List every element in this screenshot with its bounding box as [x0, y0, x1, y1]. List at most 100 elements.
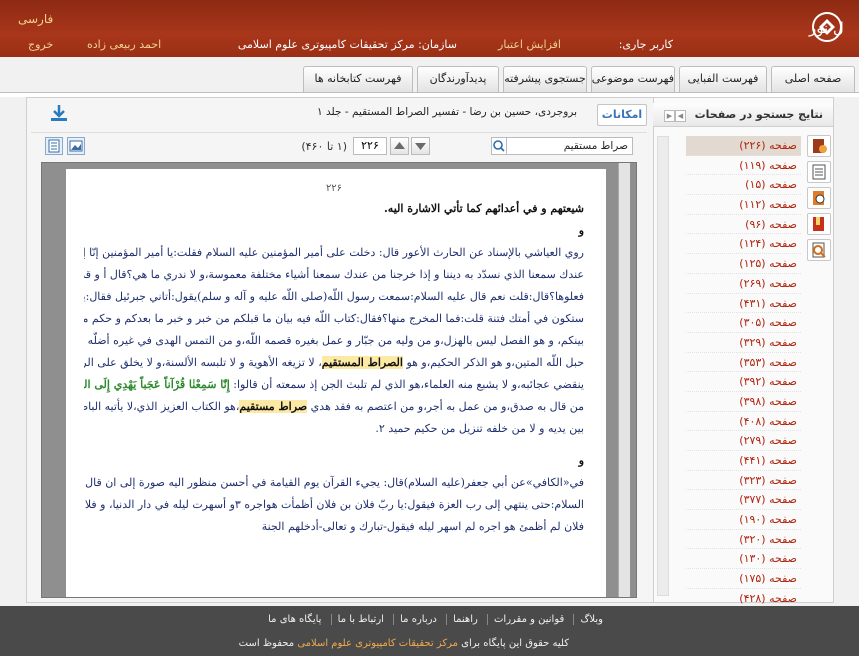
text-segment: حبل اللّه المتين،و هو الذكر الحكيم،و هو	[406, 356, 584, 369]
text-segment: من قال به صدق،و من عمل به أجر،و من اعتصم…	[310, 400, 584, 413]
text-line: بين يديه و لا من خلفه تنزيل من حكيم حميد…	[375, 422, 584, 435]
search-result-item[interactable]: صفحه (۳۹۲)	[686, 372, 801, 392]
quran-verse: إِنّٰا سَمِعْنٰا قُرْآناً عَجَباً يَهْدِ…	[84, 378, 230, 391]
noorlib-logo[interactable]: کتابخانه دیجیتال نور	[705, 8, 845, 46]
text-line: و	[578, 454, 584, 467]
text-line: روي العياشي بالإسناد عن الحارث الأعور قا…	[84, 246, 584, 259]
search-result-item[interactable]: صفحه (۳۲۹)	[686, 333, 801, 353]
footer-link-rules[interactable]: قوانین و مقررات	[487, 614, 571, 625]
next-page-button[interactable]	[411, 137, 430, 155]
search-result-item[interactable]: صفحه (۱۵)	[686, 175, 801, 196]
page-range-label: (۱ تا ۴۶۰)	[301, 140, 347, 153]
main-panel: نتایج جستجو در صفحات ◀▶ صفحه (۲۲۶) صفحه (…	[26, 97, 834, 629]
tab-alphabetical-index[interactable]: فهرست الفبایی	[679, 66, 767, 92]
text-line: حبل اللّه المتين،و هو الذكر الحكيم،و هو …	[84, 352, 584, 374]
text-line: شیعتهم و في أعدائهم كما تأتي الاشارة الي…	[383, 202, 584, 215]
search-icon[interactable]	[491, 137, 507, 155]
document-list-icon[interactable]	[807, 161, 831, 183]
search-result-item[interactable]: صفحه (۱۲۴)	[686, 234, 801, 255]
text-view-icon[interactable]	[45, 137, 63, 155]
previous-page-button[interactable]	[390, 137, 409, 155]
search-result-item[interactable]: صفحه (۲۶۹)	[686, 274, 801, 294]
in-book-search-input[interactable]: صراط مستقیم	[493, 137, 633, 155]
footer-link-help[interactable]: راهنما	[446, 614, 484, 625]
text-line: فعلوها؟قال:قلت نعم قال عليه السلام:سمعت …	[84, 290, 584, 303]
language-link[interactable]: فارسی	[18, 12, 53, 26]
page-scrollbar[interactable]	[618, 163, 630, 597]
text-line: في«الكافي»عن أبي جعفر(عليه السلام)قال: ي…	[84, 476, 584, 489]
increase-credit-link[interactable]: افزایش اعتبار	[498, 38, 561, 51]
top-header: کتابخانه دیجیتال نور فارسی سازمان: مرکز …	[0, 0, 859, 57]
copyright-text: کلیه حقوق این پایگاه برای مرکز تحقیقات ک…	[239, 638, 569, 649]
next-arrow-icon[interactable]: ▶	[664, 110, 675, 122]
tab-home[interactable]: صفحه اصلی	[771, 66, 855, 92]
search-result-item[interactable]: صفحه (۱۷۵)	[686, 569, 801, 589]
search-result-item[interactable]: صفحه (۳۰۵)	[686, 313, 801, 333]
copyright-org-link[interactable]: مرکز تحقیقات کامپیوتری علوم اسلامی	[297, 638, 458, 649]
tab-authors[interactable]: پدیدآورندگان	[417, 66, 499, 92]
search-result-item[interactable]: صفحه (۹۶)	[686, 215, 801, 235]
current-user-name[interactable]: احمد ربیعی زاده	[87, 38, 161, 51]
current-user-label: کاربر جاری:	[618, 38, 673, 51]
search-result-item[interactable]: صفحه (۱۹۰)	[686, 510, 801, 530]
search-result-item[interactable]: صفحه (۴۴۱)	[686, 451, 801, 471]
sidebar-arrows: ◀▶	[660, 108, 686, 122]
search-result-item[interactable]: صفحه (۳۷۷)	[686, 490, 801, 511]
search-highlight: صراط مستقيم	[239, 400, 308, 413]
bookmark-icon[interactable]	[807, 213, 831, 235]
text-line: ستكون في أمتك فتنة قلت:فما المخرج منها؟ف…	[84, 312, 584, 325]
text-segment: ، لا تزيغه الأهوية و لا تلبسه الألسنة،و …	[84, 356, 322, 369]
footer-link-about[interactable]: درباره ما	[393, 614, 443, 625]
sidebar-scrollbar[interactable]	[657, 136, 669, 596]
text-line: من قال به صدق،و من عمل به أجر،و من اعتصم…	[84, 396, 584, 418]
footer-link-blog[interactable]: وبلاگ	[573, 614, 609, 625]
page-number-input[interactable]: ۲۲۶	[353, 137, 387, 155]
search-result-item[interactable]: صفحه (۱۱۲)	[686, 195, 801, 215]
text-line: عندك سمعنا الذي نسدّد به ديننا و إذا خرج…	[84, 268, 584, 281]
text-line: ينقضي عجائبه،و لا يشبع منه العلماء،هو ال…	[84, 374, 584, 396]
search-result-item[interactable]: صفحه (۲۲۶)	[686, 136, 801, 156]
image-view-icon[interactable]	[67, 137, 85, 155]
footer-link-our-sites[interactable]: پایگاه های ما	[262, 614, 327, 625]
sidebar-tool-icons	[803, 135, 831, 265]
search-result-item[interactable]: صفحه (۳۲۰)	[686, 530, 801, 550]
book-info-icon[interactable]	[807, 135, 831, 157]
book-page: ۲۲۶ شیعتهم و في أعدائهم كما تأتي الاشارة…	[66, 169, 606, 597]
page-number: ۲۲۶	[325, 183, 343, 194]
footer-link-contact[interactable]: ارتباط با ما	[330, 614, 390, 625]
search-result-item[interactable]: صفحه (۳۲۳)	[686, 471, 801, 491]
footer: وبلاگ قوانین و مقررات راهنما درباره ما ا…	[0, 606, 859, 656]
options-button[interactable]: امکانات	[597, 104, 647, 126]
tab-subject-index[interactable]: فهرست موضوعی	[591, 66, 675, 92]
text-line: و	[578, 224, 584, 237]
book-title: بروجردی، حسین بن رضا - تفسیر الصراط المس…	[317, 106, 577, 118]
text-line: السلام:حتى ينتهي إلى رب العزة فيقول:يا ر…	[84, 498, 584, 511]
text-segment: ،هو الكتاب العزيز الذي،لا يأتيه الباطل م…	[84, 400, 240, 413]
logout-link[interactable]: خروج	[28, 38, 53, 51]
copyright-suffix: محفوظ است	[238, 638, 295, 649]
search-results-list: صفحه (۲۲۶) صفحه (۱۱۹) صفحه (۱۵) صفحه (۱۱۲) ص…	[686, 136, 801, 629]
search-result-item[interactable]: صفحه (۱۲۵)	[686, 254, 801, 274]
organization-label: سازمان: مرکز تحقیقات کامپیوتری علوم اسلا…	[237, 38, 457, 51]
download-icon[interactable]	[49, 104, 69, 122]
text-line: فلان لم أظمئ هو اجره لم اسهر ليله فيقول-…	[261, 520, 584, 533]
search-result-item[interactable]: صفحه (۱۱۹)	[686, 156, 801, 176]
search-result-item[interactable]: صفحه (۴۳۱)	[686, 294, 801, 314]
book-viewer: امکانات بروجردی، حسین بن رضا - تفسیر الص…	[31, 98, 647, 602]
tab-advanced-search[interactable]: جستجوی پیشرفته	[503, 66, 587, 92]
svg-text:کتابخانه دیجیتال نور: کتابخانه دیجیتال نور	[808, 19, 845, 37]
tab-libraries-list[interactable]: فهرست کتابخانه ها	[303, 66, 413, 92]
page-frame: ۲۲۶ شیعتهم و في أعدائهم كما تأتي الاشارة…	[41, 162, 637, 598]
search-results-sidebar: نتایج جستجو در صفحات ◀▶ صفحه (۲۲۶) صفحه (…	[653, 98, 833, 629]
prev-arrow-icon[interactable]: ◀	[675, 110, 686, 122]
search-result-item[interactable]: صفحه (۳۹۸)	[686, 392, 801, 412]
search-result-item[interactable]: صفحه (۴۰۸)	[686, 412, 801, 432]
search-result-item[interactable]: صفحه (۲۷۹)	[686, 431, 801, 451]
search-highlight: الصراط المستقيم	[321, 356, 403, 369]
page-search-icon[interactable]	[807, 239, 831, 261]
copyright-prefix: کلیه حقوق این پایگاه برای	[461, 638, 569, 649]
user-search-icon[interactable]	[807, 187, 831, 209]
search-result-item[interactable]: صفحه (۱۳۰)	[686, 549, 801, 570]
text-line: بينكم، و هو الفصل ليس بالهزل،و من وليه م…	[84, 334, 584, 347]
search-result-item[interactable]: صفحه (۳۵۳)	[686, 353, 801, 373]
